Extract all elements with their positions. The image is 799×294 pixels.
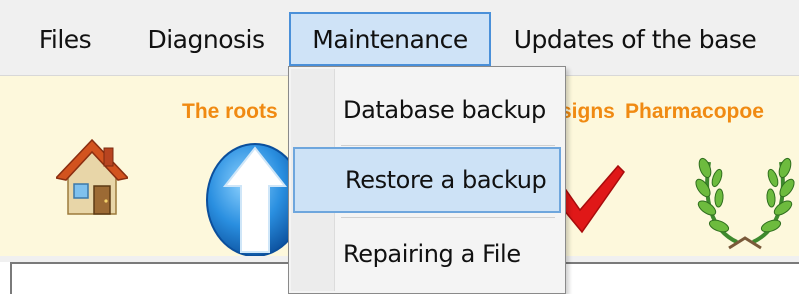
menu-separator — [341, 217, 555, 218]
menu-files[interactable]: Files — [10, 12, 120, 66]
menu-separator — [341, 145, 555, 146]
laurel-wreath-icon[interactable] — [695, 142, 795, 254]
menu-updates-of-the-base[interactable]: Updates of the base — [500, 12, 770, 66]
home-icon[interactable] — [56, 138, 128, 218]
toolbar-label-signs[interactable]: signs — [560, 100, 615, 124]
maintenance-dropdown-menu: Database backup Restore a backup Repairi… — [288, 66, 566, 294]
toolbar-label-pharmacopoeia[interactable]: Pharmacopoe — [625, 100, 764, 124]
menu-item-repairing-a-file[interactable]: Repairing a File — [293, 221, 561, 287]
menu-item-database-backup[interactable]: Database backup — [293, 77, 561, 143]
menu-diagnosis[interactable]: Diagnosis — [132, 12, 280, 66]
menu-bar: Files Diagnosis Maintenance Updates of t… — [0, 0, 799, 76]
toolbar-label-roots[interactable]: The roots — [182, 100, 278, 124]
menu-item-restore-a-backup[interactable]: Restore a backup — [293, 147, 561, 213]
menu-maintenance[interactable]: Maintenance — [289, 12, 491, 66]
